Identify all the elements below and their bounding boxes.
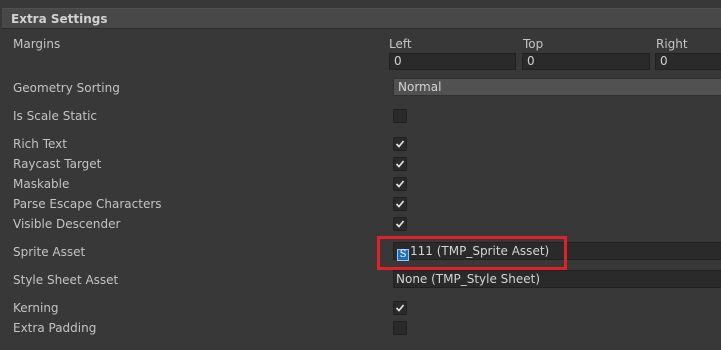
section-header[interactable]: Extra Settings — [0, 0, 721, 30]
margin-left-label: Left — [389, 37, 412, 51]
raycast-target-checkbox[interactable] — [393, 157, 407, 171]
rich-text-label: Rich Text — [13, 137, 67, 151]
raycast-target-label: Raycast Target — [13, 157, 102, 171]
margin-left-field[interactable]: 0 — [389, 53, 516, 70]
checkmark-icon — [395, 160, 405, 168]
margin-top-field[interactable]: 0 — [522, 53, 650, 70]
rich-text-checkbox[interactable] — [393, 137, 407, 151]
style-sheet-asset-field[interactable]: None (TMP_Style Sheet) — [393, 270, 721, 288]
checkmark-icon — [395, 304, 405, 312]
style-sheet-asset-value: None (TMP_Style Sheet) — [396, 272, 541, 286]
style-sheet-asset-label: Style Sheet Asset — [13, 273, 119, 287]
geometry-sorting-dropdown[interactable]: Normal — [393, 78, 721, 96]
is-scale-static-checkbox[interactable] — [393, 109, 407, 123]
geometry-sorting-label: Geometry Sorting — [13, 81, 120, 95]
section-title: Extra Settings — [11, 12, 108, 26]
visible-descender-label: Visible Descender — [13, 217, 121, 231]
margin-right-field[interactable]: 0 — [655, 53, 721, 70]
checkmark-icon — [395, 140, 405, 148]
sprite-asset-label: Sprite Asset — [13, 245, 86, 259]
margin-top-label: Top — [523, 37, 544, 51]
extra-settings-panel: Extra Settings Margins Left Top Right 0 … — [0, 0, 721, 350]
checkmark-icon — [395, 220, 405, 228]
parse-escape-characters-checkbox[interactable] — [393, 197, 407, 211]
section-header-bar — [2, 8, 721, 29]
margins-label: Margins — [13, 37, 61, 51]
kerning-label: Kerning — [13, 301, 59, 315]
is-scale-static-label: Is Scale Static — [13, 109, 98, 123]
parse-escape-characters-label: Parse Escape Characters — [13, 197, 162, 211]
sprite-asset-value: 111 (TMP_Sprite Asset) — [410, 244, 550, 258]
kerning-checkbox[interactable] — [393, 301, 407, 315]
sprite-asset-icon: S — [397, 249, 409, 261]
maskable-label: Maskable — [13, 177, 70, 191]
visible-descender-checkbox[interactable] — [393, 217, 407, 231]
extra-padding-checkbox[interactable] — [393, 321, 407, 335]
checkmark-icon — [395, 180, 405, 188]
sprite-asset-field[interactable]: S 111 (TMP_Sprite Asset) — [393, 242, 721, 261]
extra-padding-label: Extra Padding — [13, 321, 97, 335]
checkmark-icon — [395, 200, 405, 208]
maskable-checkbox[interactable] — [393, 177, 407, 191]
margin-right-label: Right — [656, 37, 688, 51]
